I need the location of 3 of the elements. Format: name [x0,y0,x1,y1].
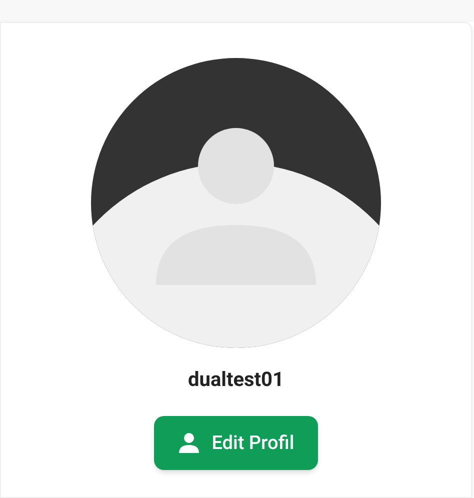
username: dualtest01 [188,366,284,393]
edit-profile-button[interactable]: Edit Profil [154,416,318,470]
person-icon [178,432,200,454]
